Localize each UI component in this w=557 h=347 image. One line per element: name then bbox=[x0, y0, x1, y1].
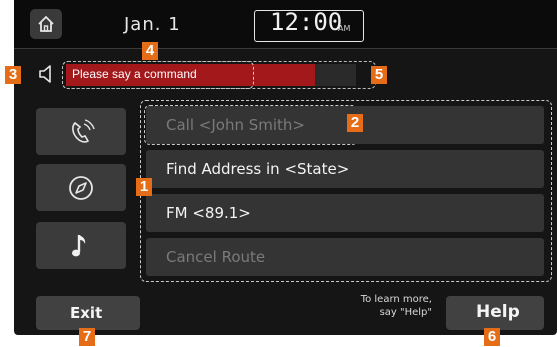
home-icon bbox=[38, 15, 54, 32]
option-label: Cancel Route bbox=[166, 248, 266, 266]
callout-2: 2 bbox=[347, 114, 363, 132]
option-call[interactable]: Call <John Smith> bbox=[146, 106, 544, 144]
status-bar: Jan. 1 12:00 AM bbox=[14, 0, 557, 49]
home-button[interactable] bbox=[30, 9, 62, 39]
callout-6: 6 bbox=[484, 328, 500, 346]
clock-time: 12:00 bbox=[270, 8, 343, 36]
music-note-icon bbox=[72, 234, 86, 256]
option-label: Call <John Smith> bbox=[166, 116, 305, 134]
sidebar-media-button[interactable] bbox=[36, 222, 126, 269]
option-label: FM <89.1> bbox=[166, 204, 251, 222]
clock-ampm: AM bbox=[338, 24, 351, 33]
date-display: Jan. 1 bbox=[124, 14, 181, 35]
help-hint-line2: say "Help" bbox=[379, 307, 432, 318]
callout-7: 7 bbox=[79, 328, 95, 346]
compass-icon bbox=[69, 175, 93, 200]
option-cancel-route[interactable]: Cancel Route bbox=[146, 238, 544, 276]
help-hint: To learn more, say "Help" bbox=[352, 293, 432, 319]
callout-4: 4 bbox=[142, 42, 158, 60]
sidebar-phone-button[interactable] bbox=[36, 108, 126, 155]
option-find-address[interactable]: Find Address in <State> bbox=[146, 150, 544, 188]
option-label: Find Address in <State> bbox=[166, 160, 350, 178]
callout-3: 3 bbox=[5, 66, 21, 84]
help-label: Help bbox=[476, 302, 520, 322]
speaker-icon bbox=[39, 65, 51, 83]
exit-label: Exit bbox=[70, 304, 103, 322]
sidebar-navigation-button[interactable] bbox=[36, 164, 126, 211]
infotainment-screen: Jan. 1 12:00 AM Please say a command Cal… bbox=[14, 0, 557, 335]
help-hint-line1: To learn more, bbox=[360, 294, 432, 305]
phone-voice-icon bbox=[72, 118, 95, 143]
callout-5: 5 bbox=[371, 66, 387, 84]
voice-prompt-text: Please say a command bbox=[72, 67, 197, 81]
option-fm[interactable]: FM <89.1> bbox=[146, 194, 544, 232]
callout-1: 1 bbox=[136, 178, 152, 196]
